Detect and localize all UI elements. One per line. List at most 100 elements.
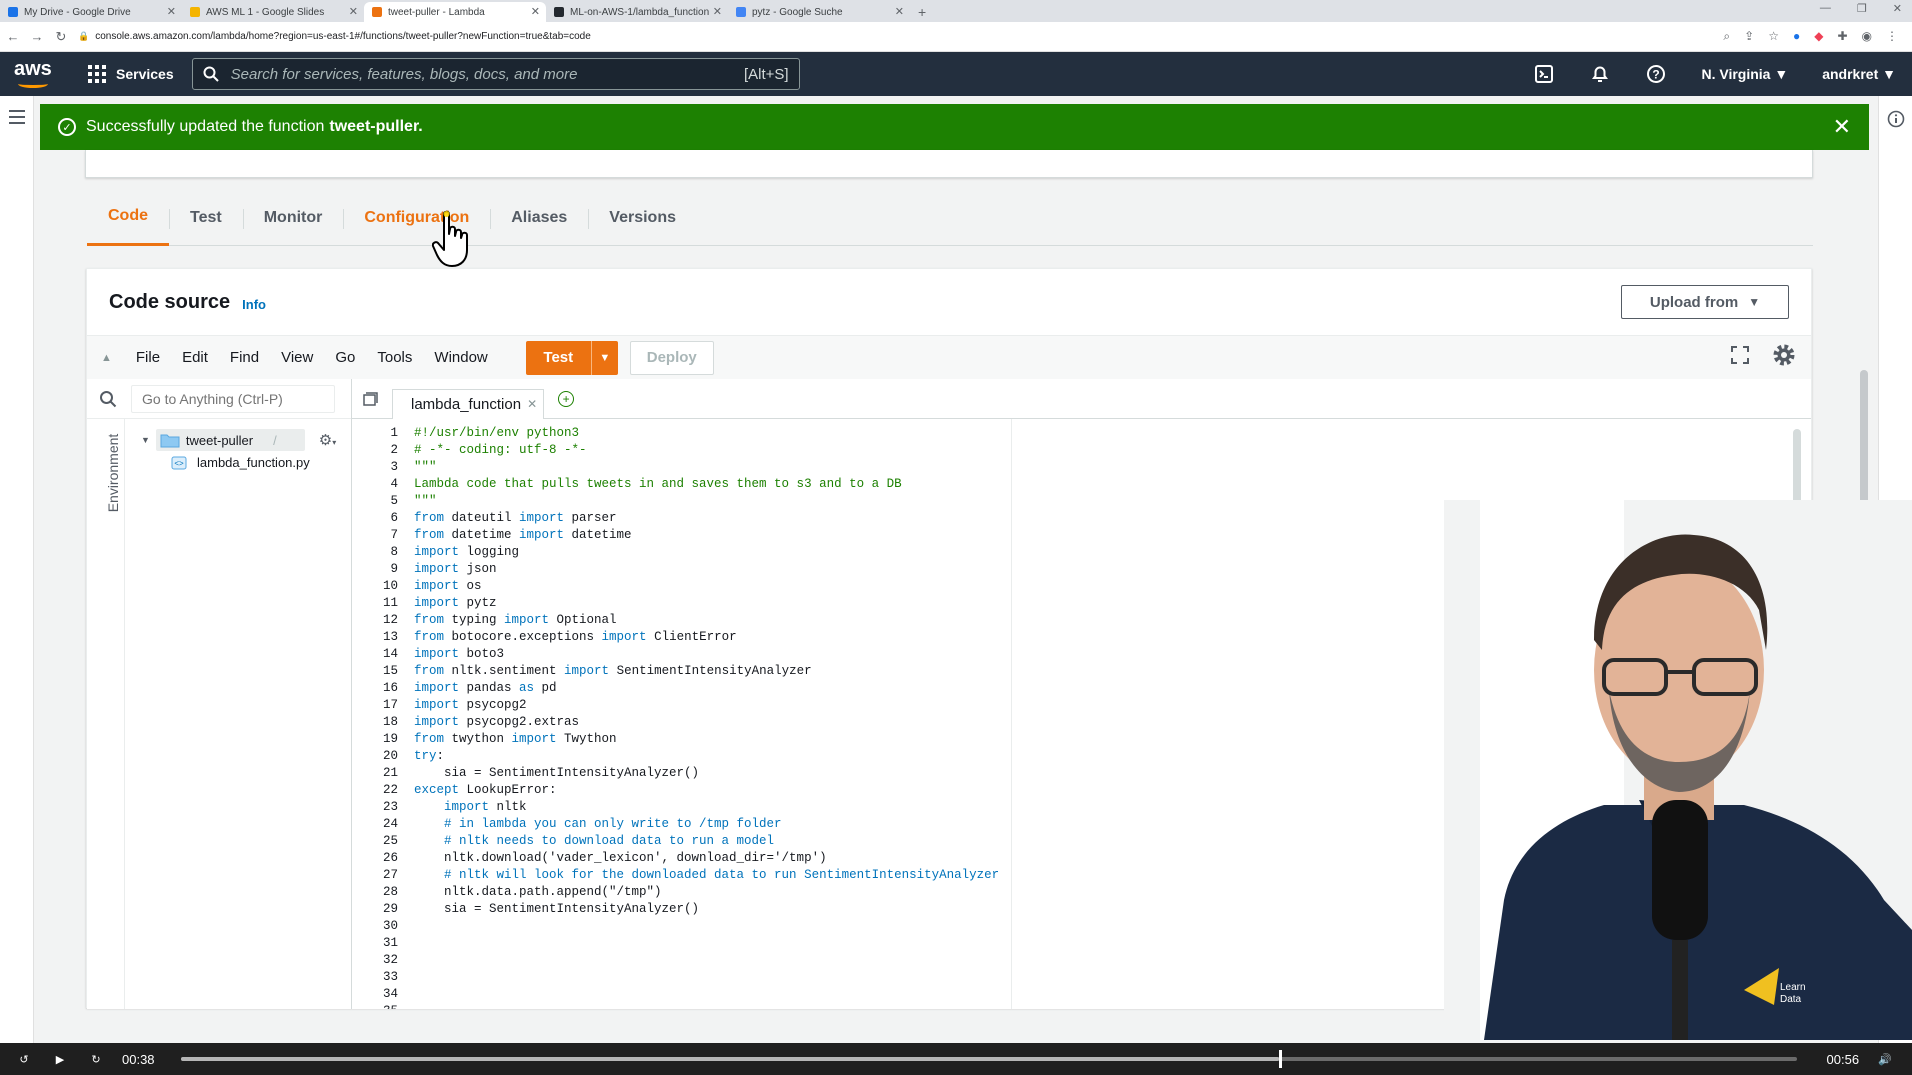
tab-list-icon[interactable] — [362, 391, 378, 407]
close-tab-icon[interactable]: ✕ — [713, 5, 722, 18]
tab-aliases[interactable]: Aliases — [490, 190, 588, 246]
browser-tab-label: AWS ML 1 - Google Slides — [206, 6, 325, 18]
search-shortcut: [Alt+S] — [744, 65, 789, 83]
line-number: 13 — [382, 630, 398, 644]
aws-search-input[interactable]: Search for services, features, blogs, do… — [191, 58, 800, 90]
close-window-icon[interactable]: ✕ — [1893, 2, 1902, 15]
tab-code[interactable]: Code — [87, 190, 169, 246]
forward-10-icon[interactable]: ↻ — [86, 1049, 106, 1069]
extension-icon[interactable]: ● — [1793, 29, 1800, 44]
duration-time: 00:56 — [1826, 1051, 1860, 1067]
close-tab-icon[interactable]: ✕ — [527, 397, 537, 411]
hamburger-menu-icon[interactable] — [9, 110, 25, 129]
environment-label[interactable]: Environment — [105, 433, 121, 513]
close-icon[interactable]: ✕ — [1833, 114, 1851, 140]
fullscreen-icon[interactable] — [1731, 346, 1749, 369]
restore-icon[interactable]: ❐ — [1857, 2, 1867, 15]
code-line: except LookupError: — [414, 783, 557, 797]
menu-go[interactable]: Go — [335, 349, 355, 366]
menu-tools[interactable]: Tools — [377, 349, 412, 366]
close-tab-icon[interactable]: ✕ — [167, 5, 176, 18]
minimize-icon[interactable]: — — [1820, 2, 1831, 15]
add-tab-icon[interactable]: + — [558, 390, 575, 407]
line-number: 14 — [382, 647, 398, 661]
browser-tab[interactable]: ML-on-AWS-1/lambda_function... ✕ — [546, 2, 728, 22]
flash-message: Successfully updated the function — [86, 118, 325, 135]
info-link[interactable]: Info — [242, 297, 266, 312]
upload-from-button[interactable]: Upload from ▼ — [1621, 285, 1789, 319]
browser-tab[interactable]: tweet-puller - Lambda ✕ — [364, 2, 546, 22]
folder-row: tweet-puller / — [155, 429, 305, 451]
caret-down-icon[interactable]: ▼ — [141, 435, 150, 445]
code-line: Lambda code that pulls tweets in and sav… — [414, 477, 902, 491]
pocket-icon[interactable]: ◆ — [1814, 29, 1823, 44]
code-line: import nltk — [444, 800, 527, 814]
url-field[interactable]: 🔒 console.aws.amazon.com/lambda/home?reg… — [78, 27, 1713, 47]
tab-test[interactable]: Test — [169, 190, 243, 246]
info-panel-icon[interactable] — [1887, 110, 1905, 133]
code-line: # -*- coding: utf-8 -*- — [414, 443, 587, 457]
code-line: # in lambda you can only write to /tmp f… — [414, 817, 782, 831]
settings-gear-icon[interactable] — [1771, 342, 1797, 373]
line-number: 33 — [382, 970, 398, 984]
progress-track[interactable] — [180, 1050, 1797, 1068]
browser-tab[interactable]: AWS ML 1 - Google Slides ✕ — [182, 2, 364, 22]
tree-gear-icon[interactable]: ⚙▾ — [319, 431, 336, 449]
progress-knob[interactable] — [1279, 1050, 1283, 1068]
search-icon[interactable] — [99, 390, 117, 408]
cloudshell-icon[interactable] — [1533, 63, 1555, 85]
browser-tab-label: pytz - Google Suche — [752, 6, 843, 18]
browser-tab[interactable]: pytz - Google Suche ✕ — [728, 2, 910, 22]
browser-menu-icon[interactable]: ⋮ — [1886, 29, 1898, 44]
collapse-up-icon[interactable]: ▲ — [101, 352, 112, 364]
window-controls: — ❐ ✕ — [1820, 2, 1902, 15]
bookmark-star-icon[interactable]: ☆ — [1768, 29, 1779, 44]
account-menu[interactable]: andrkret ▼ — [1822, 66, 1896, 82]
progress-fill — [180, 1057, 1280, 1061]
menu-edit[interactable]: Edit — [182, 349, 208, 366]
close-tab-icon[interactable]: ✕ — [531, 5, 540, 18]
forward-icon[interactable]: → — [30, 29, 44, 44]
deploy-button[interactable]: Deploy — [629, 340, 714, 375]
test-dropdown-icon[interactable]: ▼ — [592, 341, 618, 375]
line-number: 17 — [382, 698, 398, 712]
tab-monitor[interactable]: Monitor — [242, 190, 344, 246]
menu-find[interactable]: Find — [230, 349, 259, 366]
rewind-10-icon[interactable]: ↺ — [14, 1049, 34, 1069]
close-tab-icon[interactable]: ✕ — [895, 5, 904, 18]
region-selector[interactable]: N. Virginia ▼ — [1701, 66, 1788, 82]
favicon-icon — [554, 7, 564, 17]
search-placeholder: Search for services, features, blogs, do… — [230, 65, 578, 83]
share-icon[interactable]: ⇪ — [1744, 29, 1754, 44]
line-number: 2 — [390, 443, 398, 457]
line-number: 30 — [382, 919, 398, 933]
browser-tab[interactable]: My Drive - Google Drive ✕ — [0, 2, 182, 22]
help-icon[interactable]: ? — [1645, 63, 1667, 85]
folder-tweet-puller[interactable]: ▼ tweet-puller / ⚙▾ — [141, 429, 351, 451]
volume-icon[interactable]: 🔊 — [1875, 1049, 1895, 1069]
line-number: 10 — [382, 579, 398, 593]
test-button[interactable]: Test — [526, 340, 592, 375]
favicon-icon — [736, 7, 746, 17]
puzzle-icon[interactable]: ✚ — [1837, 29, 1847, 44]
editor-tab-lambda-function[interactable]: lambda_function ✕ — [392, 388, 545, 419]
aws-logo[interactable]: aws — [14, 58, 58, 90]
profile-avatar-icon[interactable]: ◉ — [1862, 29, 1872, 44]
zoom-icon[interactable]: ⌕ — [1723, 29, 1730, 44]
file-lambda-function[interactable]: <> lambda_function.py — [171, 455, 351, 470]
line-number: 23 — [382, 800, 398, 814]
menu-file[interactable]: File — [136, 349, 160, 366]
menu-view[interactable]: View — [281, 349, 313, 366]
notifications-bell-icon[interactable] — [1589, 63, 1611, 85]
tab-versions[interactable]: Versions — [588, 190, 697, 246]
new-tab-icon[interactable]: + — [910, 2, 934, 22]
menu-window[interactable]: Window — [434, 349, 487, 366]
close-tab-icon[interactable]: ✕ — [349, 5, 358, 18]
play-icon[interactable]: ▶ — [50, 1049, 70, 1069]
go-to-anything-input[interactable] — [131, 384, 335, 413]
line-number: 5 — [390, 494, 398, 508]
services-menu-button[interactable]: Services — [88, 65, 174, 83]
line-number: 29 — [382, 902, 398, 916]
reload-icon[interactable]: ↻ — [54, 29, 68, 45]
back-icon[interactable]: ← — [6, 29, 20, 44]
